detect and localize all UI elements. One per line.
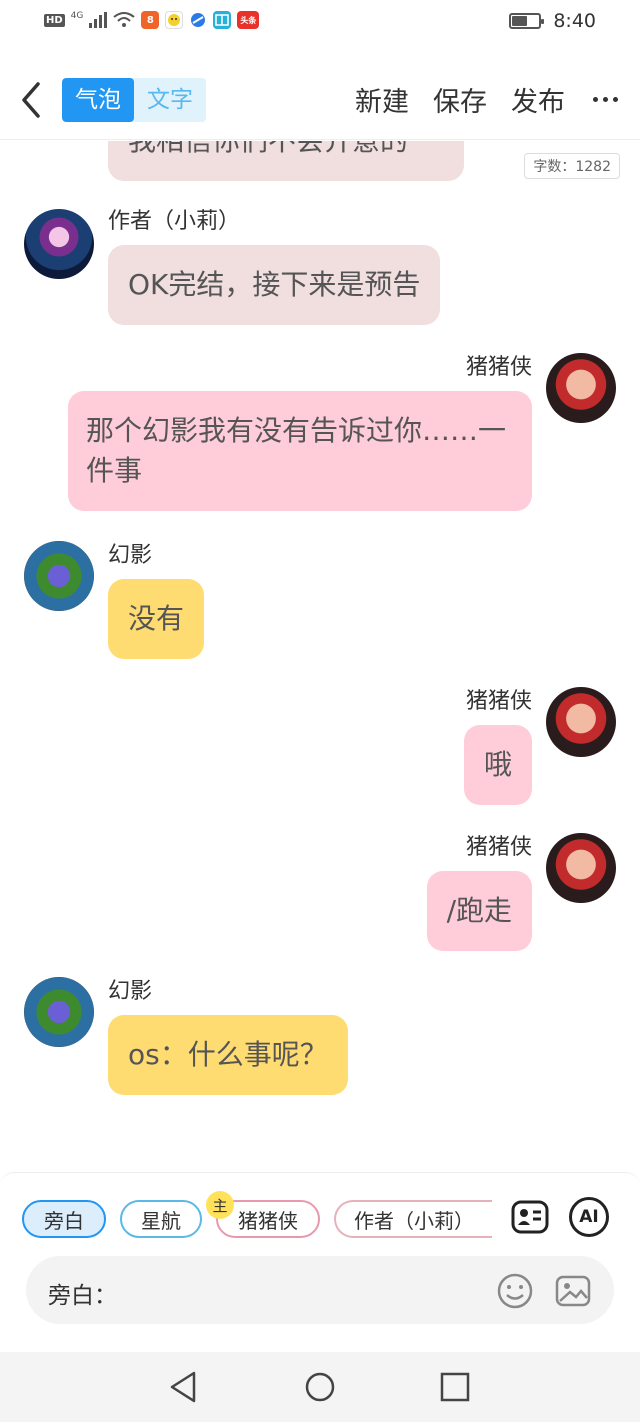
signal-icon xyxy=(89,12,108,28)
role-card-icon[interactable] xyxy=(510,1197,550,1237)
editor-header: 气泡 文字 新建 保存 发布 xyxy=(0,62,640,140)
message-bubble[interactable]: 我相信你们不会介意的 xyxy=(108,141,464,181)
ai-label: AI xyxy=(579,1207,599,1227)
nav-recents-icon[interactable] xyxy=(437,1369,473,1405)
message-bubble[interactable]: 没有 xyxy=(108,579,205,659)
wifi-icon xyxy=(113,12,135,27)
pig-avatar[interactable] xyxy=(546,353,616,423)
speaker-name: 幻影 xyxy=(108,543,153,568)
nav-back-icon[interactable] xyxy=(166,1369,202,1405)
pig-avatar[interactable] xyxy=(546,833,616,903)
more-icon[interactable] xyxy=(593,97,618,102)
browser-icon xyxy=(189,11,208,29)
mode-toggle: 气泡 文字 xyxy=(62,78,206,122)
publish-button[interactable]: 发布 xyxy=(511,80,565,119)
message-text: 那个幻影我有没有告诉过你……一件事 xyxy=(86,414,507,487)
save-button[interactable]: 保存 xyxy=(433,80,487,119)
message-bubble[interactable]: /跑走 xyxy=(426,871,532,951)
emoji-icon[interactable] xyxy=(496,1272,534,1310)
network-type: 4G xyxy=(70,11,84,21)
chat-area[interactable]: 我相信你们不会介意的 字数：1282 作者（小莉） OK完结，接下来是预告 猪猪… xyxy=(0,141,640,1171)
back-icon[interactable] xyxy=(18,80,48,120)
speaker-name: 作者（小莉） xyxy=(108,209,241,234)
message-text: os：什么事呢？ xyxy=(128,1038,328,1071)
message-text: OK完结，接下来是预告 xyxy=(128,268,421,301)
message-bubble[interactable]: 哦 xyxy=(463,725,532,805)
message-text: /跑走 xyxy=(446,894,512,927)
new-button[interactable]: 新建 xyxy=(355,80,409,119)
tab-text[interactable]: 文字 xyxy=(134,78,206,122)
message-bubble[interactable]: OK完结，接下来是预告 xyxy=(108,245,441,325)
message-text: 哦 xyxy=(483,748,512,781)
toutiao-icon: 头条 xyxy=(237,11,260,29)
message-input[interactable]: 旁白： xyxy=(26,1256,614,1324)
chip-xinghang[interactable]: 星航 xyxy=(120,1200,202,1238)
status-bar: HD 4G 8 头条 8:40 xyxy=(0,0,640,44)
chip-narrator[interactable]: 旁白 xyxy=(22,1200,106,1238)
message-bubble[interactable]: os：什么事呢？ xyxy=(108,1015,348,1095)
battery-icon xyxy=(509,13,545,29)
nav-home-icon[interactable] xyxy=(302,1369,338,1405)
hd-indicator: HD xyxy=(44,13,65,27)
main-role-badge: 主 xyxy=(206,1191,234,1219)
speaker-name: 猪猪侠 xyxy=(465,835,532,860)
taobao-icon: 8 xyxy=(141,11,160,29)
message-text: 没有 xyxy=(128,602,185,635)
message-bubble[interactable]: 那个幻影我有没有告诉过你……一件事 xyxy=(68,391,532,511)
chip-author[interactable]: 作者（小莉） xyxy=(334,1200,492,1238)
image-icon[interactable] xyxy=(554,1272,592,1310)
lemon-icon xyxy=(165,11,184,29)
author-avatar[interactable] xyxy=(24,209,94,279)
input-role-label: 旁白： xyxy=(48,1283,117,1309)
phantom-avatar[interactable] xyxy=(24,977,94,1047)
tab-bubble[interactable]: 气泡 xyxy=(62,78,134,122)
speaker-name: 幻影 xyxy=(108,979,153,1004)
speaker-name: 猪猪侠 xyxy=(465,355,532,380)
message-text: 我相信你们不会介意的 xyxy=(128,141,408,157)
word-count: 字数：1282 xyxy=(524,153,620,179)
speaker-name: 猪猪侠 xyxy=(465,689,532,714)
pig-avatar[interactable] xyxy=(546,687,616,757)
ai-button[interactable]: AI xyxy=(569,1197,609,1237)
phantom-avatar[interactable] xyxy=(24,541,94,611)
clock: 8:40 xyxy=(553,10,596,32)
composer: 旁白 星航 猪猪侠 主 作者（小莉） AI 旁白： xyxy=(0,1172,640,1352)
reader-icon xyxy=(213,11,232,29)
system-nav-bar xyxy=(0,1352,640,1422)
